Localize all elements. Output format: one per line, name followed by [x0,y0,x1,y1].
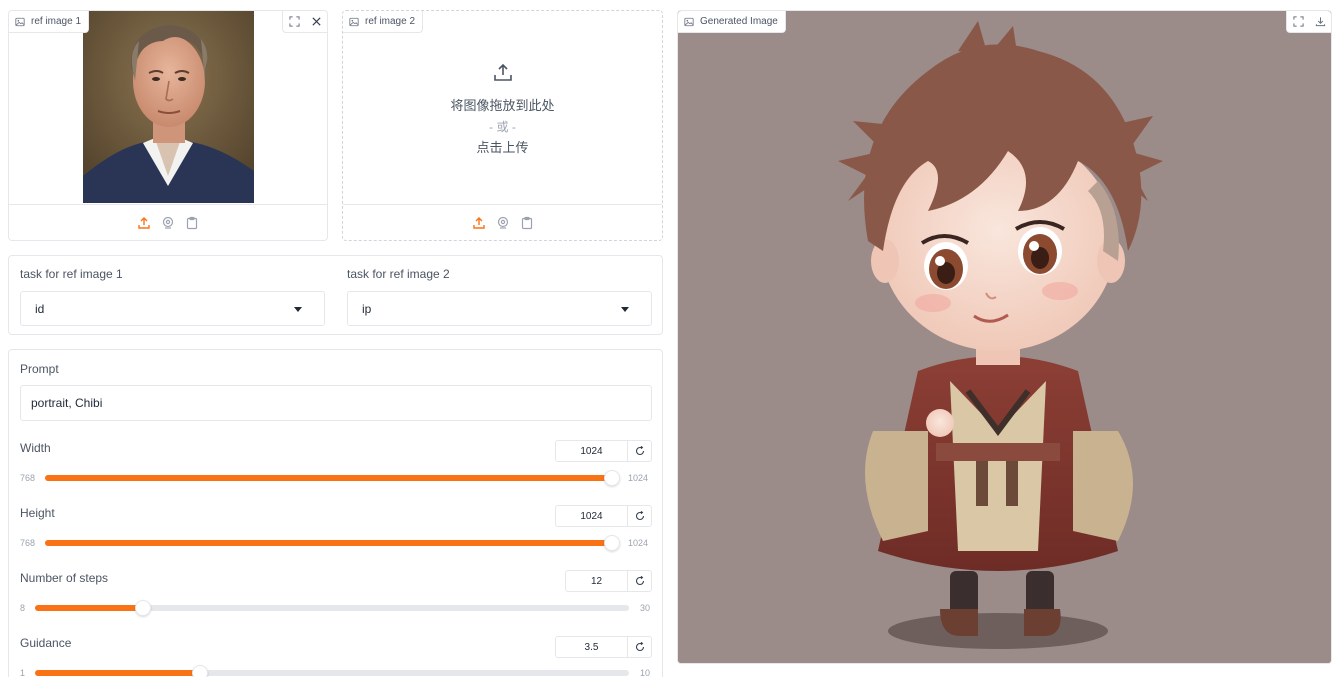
upload-icon[interactable] [471,215,487,231]
generated-image [678,11,1331,663]
generated-image-label: Generated Image [700,16,778,27]
steps-value[interactable]: 12 [566,571,628,591]
task-1-dropdown[interactable]: id [20,291,325,326]
settings-panel: Prompt portrait, Chibi Width 1024 768 10… [8,349,663,677]
image-icon [349,17,359,27]
height-slider-fill [45,540,612,546]
webcam-icon[interactable] [495,215,511,231]
height-value[interactable]: 1024 [556,506,628,526]
drop-text: 将图像拖放到此处 [450,98,555,113]
width-number-input: 1024 [555,440,652,462]
guidance-value[interactable]: 3.5 [556,637,628,657]
generated-image-badge: Generated Image [678,11,786,33]
guidance-max: 10 [640,668,651,677]
height-number-input: 1024 [555,505,652,527]
ref-image-1-panel[interactable]: ref image 1 [8,10,328,241]
clipboard-icon[interactable] [184,215,200,231]
tasks-panel: task for ref image 1 id task for ref ima… [8,255,663,335]
generated-image-actions [1286,11,1331,33]
reset-icon[interactable] [628,441,651,461]
height-slider-thumb[interactable] [604,535,620,551]
upload-icon[interactable] [136,215,152,231]
steps-slider-thumb[interactable] [134,600,151,616]
steps-slider[interactable] [35,600,629,616]
guidance-slider[interactable] [35,665,629,677]
guidance-number-input: 3.5 [555,636,652,658]
ref-image-1-badge: ref image 1 [9,11,90,33]
guidance-slider-fill [35,670,200,676]
upload-dropzone[interactable]: 将图像拖放到此处 - 或 - 点击上传 [343,61,662,157]
prompt-value: portrait, Chibi [31,396,103,410]
image-icon [15,17,25,27]
steps-min: 8 [20,603,26,613]
ref-image-2-toolbar [343,204,662,240]
task-2-dropdown[interactable]: ip [347,291,652,326]
width-label: Width [20,441,51,455]
guidance-label: Guidance [20,636,72,650]
height-label: Height [20,506,55,520]
webcam-icon[interactable] [160,215,176,231]
ref-image-1-actions [282,11,327,33]
image-icon [684,17,694,27]
steps-number-input: 12 [565,570,652,592]
reset-icon[interactable] [628,637,651,657]
fullscreen-icon[interactable] [1287,11,1309,32]
height-slider[interactable] [45,535,620,551]
upload-icon [492,61,514,88]
width-slider-fill [45,475,612,481]
task-1-value: id [35,301,45,316]
width-min: 768 [20,473,36,483]
width-slider[interactable] [45,470,620,486]
width-max: 1024 [628,473,649,483]
ref-image-1-toolbar [9,204,327,240]
width-slider-thumb[interactable] [604,470,620,486]
close-icon[interactable] [305,11,327,32]
task-2-value: ip [362,301,372,316]
chevron-down-icon [294,307,302,312]
chevron-down-icon [621,307,629,312]
download-icon[interactable] [1309,11,1331,32]
guidance-slider-thumb[interactable] [192,665,208,677]
height-min: 768 [20,538,36,548]
ref-image-1-photo [83,11,254,203]
reset-icon[interactable] [628,571,651,591]
generated-image-panel: Generated Image [677,10,1332,664]
width-value[interactable]: 1024 [556,441,628,461]
ref-image-2-badge: ref image 2 [343,11,424,33]
steps-max: 30 [640,603,651,613]
or-text: - 或 - [489,120,516,134]
task-1-label: task for ref image 1 [20,267,123,281]
ref-image-2-label: ref image 2 [365,16,416,27]
steps-label: Number of steps [20,571,109,585]
prompt-input[interactable]: portrait, Chibi [20,385,652,421]
prompt-label: Prompt [20,362,59,376]
clipboard-icon[interactable] [519,215,535,231]
steps-slider-fill [35,605,143,611]
click-upload-text: 点击上传 [476,140,529,155]
fullscreen-icon[interactable] [283,11,305,32]
ref-image-1-label: ref image 1 [31,16,82,27]
reset-icon[interactable] [628,506,651,526]
guidance-min: 1 [20,668,26,677]
task-2-label: task for ref image 2 [347,267,450,281]
ref-image-2-panel[interactable]: ref image 2 将图像拖放到此处 - 或 - 点击上传 [342,10,663,241]
height-max: 1024 [628,538,649,548]
